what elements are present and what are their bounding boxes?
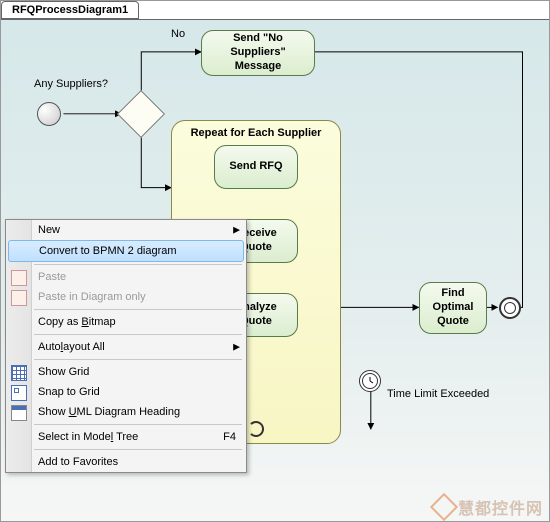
watermark-logo-icon [430,493,458,521]
watermark: 慧都控件网 [434,495,543,519]
task-send-no-suppliers[interactable]: Send "No Suppliers" Message [201,30,315,76]
menu-label: Paste in Diagram only [38,291,146,303]
menu-separator [34,359,242,360]
snap-grid-icon [11,385,27,401]
menu-item-show-grid[interactable]: Show Grid [6,362,246,382]
start-event[interactable] [37,102,61,126]
menu-separator [34,449,242,450]
paste-icon [11,290,27,306]
menu-item-show-uml-heading[interactable]: Show UML Diagram Heading [6,402,246,422]
menu-item-paste[interactable]: Paste [6,267,246,287]
menu-label: Autolayout All [38,341,105,353]
end-event[interactable] [499,297,521,319]
diagram-tab[interactable]: RFQProcessDiagram1 [1,1,139,19]
menu-shortcut: F4 [223,431,236,443]
submenu-arrow-icon: ▶ [233,342,240,353]
menu-item-autolayout-all[interactable]: Autolayout All ▶ [6,337,246,357]
menu-item-new[interactable]: New ▶ [6,220,246,240]
menu-label: Show UML Diagram Heading [38,406,180,418]
menu-item-copy-as-bitmap[interactable]: Copy as Bitmap [6,312,246,332]
subprocess-title: Repeat for Each Supplier [172,127,340,139]
menu-label: Convert to BPMN 2 diagram [39,245,177,257]
menu-item-select-in-model-tree[interactable]: Select in Model Tree F4 [6,427,246,447]
menu-separator [34,309,242,310]
menu-item-convert-bpmn2[interactable]: Convert to BPMN 2 diagram [8,240,244,262]
gateway-suppliers[interactable] [117,90,165,138]
watermark-text: 慧都控件网 [458,495,543,519]
task-find-optimal-quote[interactable]: Find Optimal Quote [419,282,487,334]
heading-icon [11,405,27,421]
menu-label: New [38,224,60,236]
menu-label: Show Grid [38,366,89,378]
task-label: Find Optimal Quote [424,287,482,328]
loop-marker-icon [248,421,264,437]
menu-label: Copy as Bitmap [38,316,116,328]
tab-underline [1,19,549,20]
menu-item-paste-diagram-only[interactable]: Paste in Diagram only [6,287,246,307]
task-label: Send "No Suppliers" Message [206,32,310,73]
menu-separator [34,424,242,425]
menu-item-add-to-favorites[interactable]: Add to Favorites [6,452,246,472]
menu-label: Add to Favorites [38,456,118,468]
grid-icon [11,365,27,381]
submenu-arrow-icon: ▶ [233,225,240,236]
paste-icon [11,270,27,286]
task-send-rfq[interactable]: Send RFQ [214,145,298,189]
menu-item-snap-to-grid[interactable]: Snap to Grid [6,382,246,402]
window-frame: RFQProcessDiagram1 [0,0,550,522]
timer-boundary-event[interactable] [359,370,381,392]
label-any-suppliers: Any Suppliers? [21,78,121,90]
menu-label: Select in Model Tree [38,431,138,443]
label-time-limit: Time Limit Exceeded [387,388,489,400]
context-menu: New ▶ Convert to BPMN 2 diagram Paste Pa… [5,219,247,473]
menu-label: Snap to Grid [38,386,100,398]
label-no: No [171,28,185,40]
menu-separator [34,264,242,265]
task-label: Send RFQ [229,160,282,174]
menu-separator [34,334,242,335]
menu-label: Paste [38,271,66,283]
